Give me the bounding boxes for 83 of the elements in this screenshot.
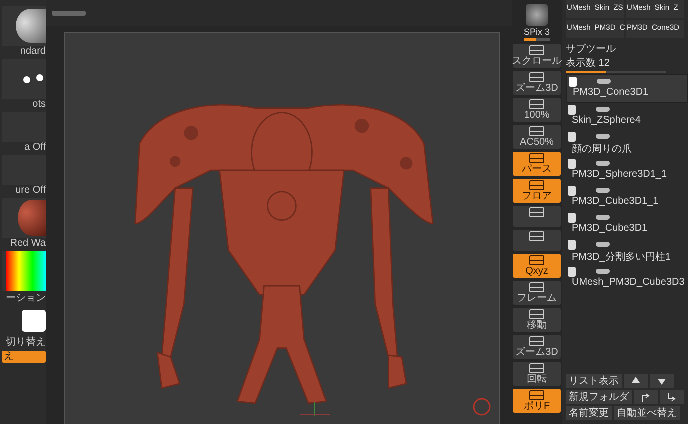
subtool-title: サブツール xyxy=(566,42,617,56)
tool-tile-button[interactable]: AC50% xyxy=(513,125,561,149)
subtool-item[interactable]: PM3D_Cone3D1 xyxy=(566,74,688,103)
tool-icon xyxy=(529,231,545,242)
turn-right-arrow-button[interactable] xyxy=(634,390,658,404)
tool-tile-button[interactable]: 移動 xyxy=(513,308,561,332)
subtool-button[interactable]: リスト表示 xyxy=(566,374,622,388)
turn-down-arrow-icon xyxy=(667,392,677,402)
subtool-item[interactable]: UMesh_PM3D_Cube3D3 xyxy=(566,265,688,292)
panel-label: a Off xyxy=(24,142,46,153)
visibility-toggle-icon[interactable] xyxy=(596,269,610,274)
move-up-button[interactable] xyxy=(624,374,648,388)
floor-axis-icon xyxy=(300,402,330,416)
mesh-thumbnail-icon xyxy=(568,240,576,250)
visibility-toggle-icon[interactable] xyxy=(596,242,610,247)
subtool-item[interactable]: 顔の周りの爪 xyxy=(566,130,688,157)
mesh-thumbnail-icon xyxy=(568,132,576,142)
visibility-toggle-icon[interactable] xyxy=(596,161,610,166)
tool-icon xyxy=(529,126,545,137)
panel-label: Red Wa xyxy=(10,238,46,249)
tool-tile-button[interactable] xyxy=(513,206,561,227)
tool-tile-button[interactable]: フロア xyxy=(513,179,561,203)
tool-tile-button[interactable] xyxy=(513,230,561,251)
tool-tile-button[interactable]: Qxyz xyxy=(513,254,561,278)
tool-icon xyxy=(529,180,545,191)
mesh-thumbnail-icon xyxy=(568,158,576,168)
subtool-button[interactable]: 自動並べ替え xyxy=(614,406,680,420)
tool-icon xyxy=(529,336,545,347)
turn-right-arrow-icon xyxy=(641,392,651,402)
panel-label: ure Off xyxy=(16,185,46,196)
dots-icon xyxy=(22,74,46,84)
subtool-item[interactable]: PM3D_分割多い円柱1 xyxy=(566,238,688,265)
spix-label: SPix 3 xyxy=(524,27,550,37)
subtool-item[interactable]: PM3D_Cube3D1 xyxy=(566,211,688,238)
tool-tile-button[interactable]: ズーム3D xyxy=(513,335,561,359)
tool-tile-button[interactable]: スクロール xyxy=(513,44,561,68)
tool-icon xyxy=(529,153,545,164)
mesh-thumbnail-icon xyxy=(568,104,576,114)
subtool-item[interactable]: PM3D_Sphere3D1_1 xyxy=(566,157,688,184)
tool-tile-button[interactable]: フレーム xyxy=(513,281,561,305)
down-arrow-icon xyxy=(658,377,666,385)
switch-button[interactable]: え xyxy=(2,351,46,363)
color-picker[interactable] xyxy=(6,251,46,291)
tool-tile-button[interactable]: ポリF xyxy=(513,389,561,413)
spix-slider[interactable] xyxy=(524,38,536,41)
tool-icon xyxy=(529,255,545,266)
visibility-toggle-icon[interactable] xyxy=(596,188,610,193)
panel-label: ndard xyxy=(20,46,46,57)
subtool-item[interactable]: Skin_ZSphere4 xyxy=(566,103,688,130)
subtool-button[interactable]: 名前変更 xyxy=(566,406,612,420)
tool-icon xyxy=(529,45,545,56)
color-swatch[interactable] xyxy=(22,310,46,332)
scroll-handle[interactable] xyxy=(52,10,86,16)
panel-label: ots xyxy=(32,99,46,110)
visible-count-label: 表示数 12 xyxy=(566,56,611,70)
subtool-item[interactable]: PM3D_Cube3D1_1 xyxy=(566,184,688,211)
mesh-thumbnail-icon xyxy=(568,266,576,276)
tool-icon xyxy=(529,207,545,218)
tool-icon xyxy=(529,282,545,293)
tool-tile-button[interactable]: 100% xyxy=(513,98,561,122)
material-sphere-icon[interactable] xyxy=(18,200,46,236)
tool-tile-button[interactable]: パース xyxy=(513,152,561,176)
tool-icon xyxy=(529,363,545,374)
turn-down-arrow-button[interactable] xyxy=(660,390,684,404)
tool-tile-button[interactable]: 回転 xyxy=(513,362,561,386)
brush-thumbnail-icon xyxy=(16,9,46,43)
tool-icon xyxy=(529,99,545,110)
tool-icon xyxy=(529,390,545,401)
tool-tile-button[interactable]: ズーム3D xyxy=(513,71,561,95)
visibility-toggle-icon[interactable] xyxy=(597,79,611,84)
up-arrow-icon xyxy=(632,377,640,385)
panel-label: 切り替え xyxy=(6,336,46,349)
visibility-toggle-icon[interactable] xyxy=(596,107,610,112)
visibility-toggle-icon[interactable] xyxy=(596,215,610,220)
visibility-toggle-icon[interactable] xyxy=(596,134,610,139)
mesh-thumbnail-icon xyxy=(568,212,576,222)
panel-label: ーション xyxy=(6,292,46,305)
subtool-button[interactable]: 新規フォルダ xyxy=(566,390,632,404)
mesh-thumbnail-icon xyxy=(568,186,576,196)
tool-icon xyxy=(529,72,545,83)
move-down-button[interactable] xyxy=(650,374,674,388)
tool-icon xyxy=(529,309,545,320)
mesh-thumbnail-icon xyxy=(569,76,577,86)
